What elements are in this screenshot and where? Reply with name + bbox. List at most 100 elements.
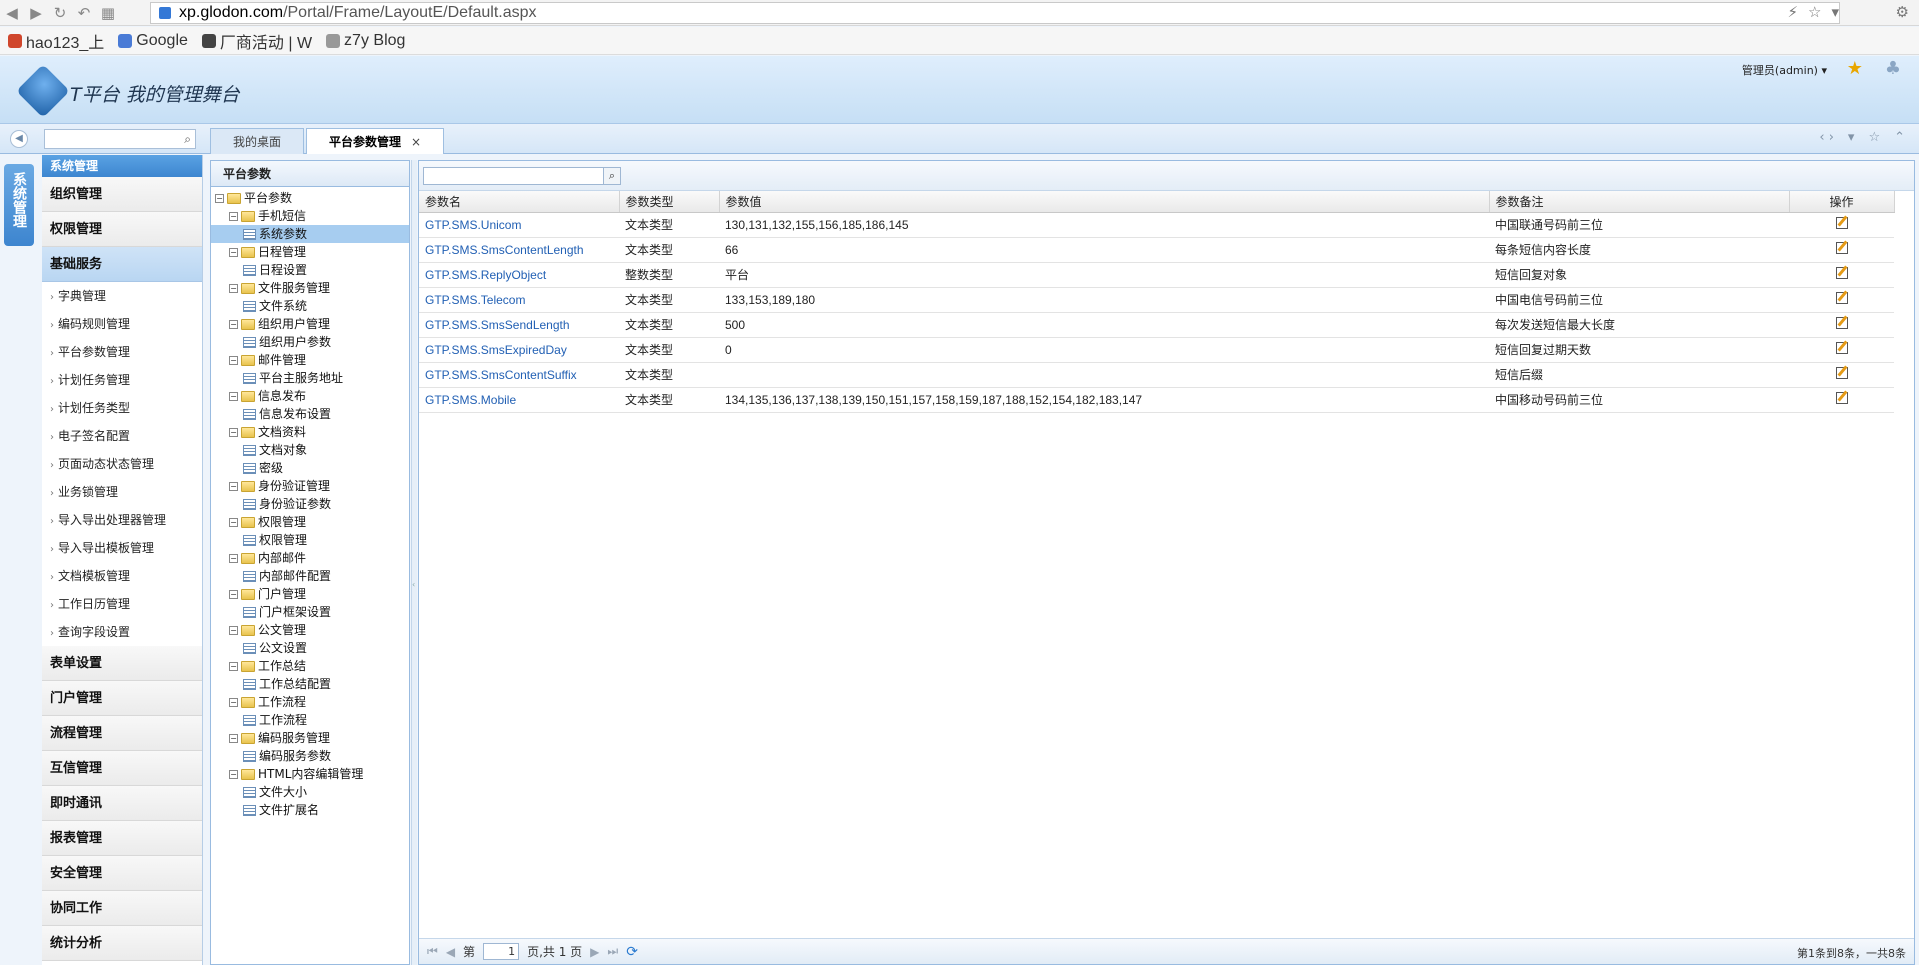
menu-group[interactable]: 表单设置 [42,646,202,681]
collapse-toggle-icon[interactable]: − [229,589,238,599]
tree-folder-node[interactable]: − 编码服务管理 [211,729,409,747]
collapse-toggle-icon[interactable]: − [229,733,238,743]
tree-folder-node[interactable]: − 门户管理 [211,585,409,603]
search-icon[interactable]: ⌕ [603,167,621,185]
edit-icon[interactable] [1835,217,1848,229]
tree-folder-node[interactable]: − 文档资料 [211,423,409,441]
tree-leaf-node[interactable]: 系统参数 [211,225,409,243]
tree-folder-node[interactable]: − HTML内容编辑管理 [211,765,409,783]
collapse-toggle-icon[interactable]: − [229,517,238,527]
edit-icon[interactable] [1835,367,1848,379]
bookmark-item[interactable]: hao123_上 [8,29,104,53]
skin-icon[interactable]: ♣ [1885,58,1901,79]
menu-subitem[interactable]: › 业务锁管理 [42,478,202,506]
collapse-toggle-icon[interactable]: − [229,625,238,635]
page-input[interactable]: 1 [483,943,520,960]
close-icon[interactable]: × [411,135,421,149]
param-name-cell[interactable]: GTP.SMS.Mobile [419,387,619,413]
menu-group-expanded[interactable]: 基础服务 [42,247,202,282]
tree-leaf-node[interactable]: 权限管理 [211,531,409,549]
edit-icon[interactable] [1835,292,1848,304]
menu-subitem[interactable]: › 工作日历管理 [42,590,202,618]
tree-folder-node[interactable]: − 工作流程 [211,693,409,711]
menu-group[interactable]: 协同工作 [42,891,202,926]
tree-leaf-node[interactable]: 门户框架设置 [211,603,409,621]
collapse-toggle-icon[interactable]: − [229,769,238,779]
tree-folder-node[interactable]: − 公文管理 [211,621,409,639]
tree-folder-node[interactable]: − 邮件管理 [211,351,409,369]
column-header[interactable]: 参数备注 [1489,191,1790,213]
tab-my-desktop[interactable]: 我的桌面 [210,128,305,154]
search-icon[interactable]: ⌕ [184,132,191,147]
grid-search-input[interactable] [423,167,607,185]
forward-icon[interactable]: ▶ [24,2,48,24]
reload-icon[interactable]: ↻ [48,2,72,24]
undo-icon[interactable]: ↶ [72,2,96,24]
back-icon[interactable]: ◀ [0,2,24,24]
menu-subitem[interactable]: › 文档模板管理 [42,562,202,590]
tree-leaf-node[interactable]: 工作总结配置 [211,675,409,693]
tree-leaf-node[interactable]: 文档对象 [211,441,409,459]
user-menu[interactable]: 管理员(admin) ▾ [1742,62,1827,78]
splitter-handle-icon[interactable]: ‹ [412,580,415,589]
tree-folder-node[interactable]: − 平台参数 [211,189,409,207]
bookmark-item[interactable]: Google [118,32,188,50]
vertical-tab-system[interactable]: 系统管理 [4,164,34,246]
bookmark-item[interactable]: 厂商活动 | W [201,29,312,53]
tree-leaf-node[interactable]: 文件扩展名 [211,801,409,819]
menu-group[interactable]: 权限管理 [42,212,202,247]
menu-group[interactable]: 即时通讯 [42,786,202,821]
tab-platform-params[interactable]: 平台参数管理 × [306,128,445,154]
tree-leaf-node[interactable]: 工作流程 [211,711,409,729]
menu-search-input[interactable]: ⌕ [44,129,196,149]
next-page-icon[interactable]: ▶ [590,945,599,959]
tree-leaf-node[interactable]: 组织用户参数 [211,333,409,351]
dropdown-icon[interactable]: ▾ [1831,3,1839,21]
edit-icon[interactable] [1835,267,1848,279]
collapse-toggle-icon[interactable]: − [229,391,238,401]
star-icon[interactable]: ☆ [1808,3,1821,21]
tree-folder-node[interactable]: − 工作总结 [211,657,409,675]
last-page-icon[interactable]: ⏭ [607,944,618,959]
address-bar[interactable]: xp.glodon.com/Portal/Frame/LayoutE/Defau… [150,2,1840,24]
param-name-cell[interactable]: GTP.SMS.SmsContentLength [419,237,619,263]
collapse-sidebar-icon[interactable]: ◀ [10,130,28,148]
bookmark-item[interactable]: z7y Blog [326,32,405,50]
menu-subitem[interactable]: › 编码规则管理 [42,310,202,338]
menu-subitem[interactable]: › 计划任务类型 [42,394,202,422]
tree-folder-node[interactable]: − 身份验证管理 [211,477,409,495]
tree-folder-node[interactable]: − 组织用户管理 [211,315,409,333]
tree-leaf-node[interactable]: 文件系统 [211,297,409,315]
tree-leaf-node[interactable]: 文件大小 [211,783,409,801]
menu-subitem[interactable]: › 电子签名配置 [42,422,202,450]
menu-group[interactable]: 流程管理 [42,716,202,751]
tree-leaf-node[interactable]: 内部邮件配置 [211,567,409,585]
collapse-toggle-icon[interactable]: − [229,247,238,257]
column-header[interactable]: 参数名 [419,191,620,213]
collapse-toggle-icon[interactable]: − [229,283,238,293]
edit-icon[interactable] [1835,342,1848,354]
tree-leaf-node[interactable]: 身份验证参数 [211,495,409,513]
tree-leaf-node[interactable]: 公文设置 [211,639,409,657]
collapse-toggle-icon[interactable]: − [229,319,238,329]
menu-group[interactable]: 组织管理 [42,177,202,212]
star-icon[interactable]: ☆ [1868,130,1880,145]
param-name-cell[interactable]: GTP.SMS.SmsSendLength [419,312,619,338]
tree-leaf-node[interactable]: 密级 [211,459,409,477]
menu-subitem[interactable]: › 导入导出处理器管理 [42,506,202,534]
param-name-cell[interactable]: GTP.SMS.SmsContentSuffix [419,362,619,388]
menu-subitem[interactable]: › 页面动态状态管理 [42,450,202,478]
edit-icon[interactable] [1835,392,1848,404]
splitter[interactable]: ‹ [411,160,417,965]
refresh-icon[interactable]: ⟳ [626,944,638,960]
collapse-toggle-icon[interactable]: − [229,355,238,365]
menu-subitem[interactable]: › 字典管理 [42,282,202,310]
column-header[interactable]: 参数值 [719,191,1490,213]
first-page-icon[interactable]: ⏮ [427,944,438,959]
tree-leaf-node[interactable]: 编码服务参数 [211,747,409,765]
tree-leaf-node[interactable]: 日程设置 [211,261,409,279]
collapse-toggle-icon[interactable]: − [229,427,238,437]
grid-icon[interactable]: ▦ [96,2,120,24]
menu-group[interactable]: 安全管理 [42,856,202,891]
column-header[interactable]: 参数类型 [619,191,720,213]
